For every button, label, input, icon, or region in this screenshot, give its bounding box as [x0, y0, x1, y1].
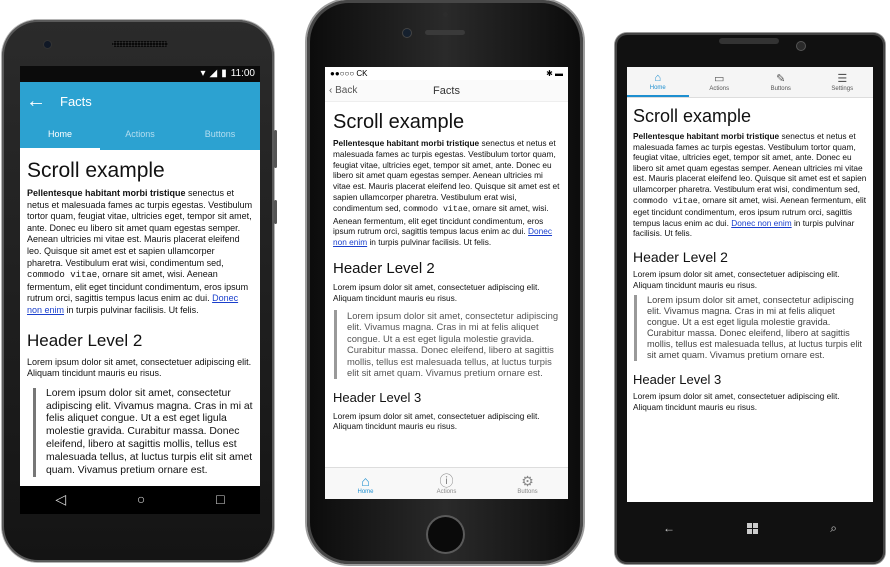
intro-paragraph: Pellentesque habitant morbi tristique se…: [27, 188, 253, 315]
page-title: Scroll example: [27, 159, 165, 182]
gear-icon: ⚙: [521, 472, 534, 489]
chat-icon: ▭: [714, 72, 725, 85]
android-phone: ▾ ◢ ▮ 11:00 ← Facts Home Actions Buttons…: [2, 20, 277, 562]
header-level-2: Header Level 2: [27, 330, 143, 350]
paragraph-3: Lorem ipsum dolor sit amet, consectetuer…: [633, 391, 840, 412]
paragraph-2: Lorem ipsum dolor sit amet, consectetuer…: [27, 356, 252, 379]
info-icon: ⓘ: [439, 472, 454, 489]
blockquote: Lorem ipsum dolor sit amet, consectetur …: [634, 295, 867, 362]
navigation-bar: ‹ Back Facts: [325, 80, 568, 102]
back-arrow-icon[interactable]: ←: [26, 91, 52, 110]
power-button[interactable]: [274, 200, 277, 224]
home-icon: ⌂: [654, 71, 662, 84]
earpiece-speaker: [719, 38, 779, 44]
tab-bar: Home Actions Buttons: [20, 122, 260, 150]
scroll-content[interactable]: Scroll example Pellentesque habitant mor…: [325, 102, 568, 432]
home-icon: ⌂: [361, 472, 370, 489]
android-screen: ▾ ◢ ▮ 11:00 ← Facts Home Actions Buttons…: [20, 66, 260, 514]
status-bar: ●●○○○ CK ✱ ▬: [325, 67, 568, 80]
nav-home-icon[interactable]: ○: [137, 492, 145, 507]
back-button[interactable]: ‹ Back: [329, 85, 357, 96]
nav-recents-icon[interactable]: □: [216, 492, 224, 507]
iphone: ●●○○○ CK ✱ ▬ ‹ Back Facts Scroll example…: [307, 0, 583, 564]
battery-icon: ▮: [221, 68, 227, 80]
header-level-2: Header Level 2: [633, 248, 728, 265]
battery-icon: ✱ ▬: [546, 69, 563, 78]
paragraph-2: Lorem ipsum dolor sit amet, consectetuer…: [333, 281, 540, 303]
front-camera: [403, 29, 411, 37]
settings-icon: ☰: [837, 72, 848, 85]
tab-buttons[interactable]: ⚙ Buttons: [487, 468, 568, 499]
status-bar: ▾ ◢ ▮ 11:00: [20, 66, 260, 82]
toolbar: ← Facts: [20, 82, 260, 122]
front-camera: [797, 42, 805, 50]
tab-settings[interactable]: ☰ Settings: [812, 67, 874, 97]
android-nav-bar: ◁ ○ □: [20, 486, 260, 514]
scroll-content[interactable]: Scroll example Pellentesque habitant mor…: [627, 98, 873, 412]
signal-icon: ◢: [209, 68, 218, 80]
header-level-3: Header Level 3: [333, 389, 422, 405]
blockquote: Lorem ipsum dolor sit amet, consectetur …: [334, 309, 562, 379]
tab-home[interactable]: Home: [20, 122, 100, 150]
tab-home[interactable]: ⌂ Home: [627, 67, 689, 97]
nav-back-icon[interactable]: ←: [663, 521, 675, 535]
intro-paragraph: Pellentesque habitant morbi tristique se…: [633, 131, 867, 239]
tab-actions[interactable]: Actions: [100, 122, 180, 150]
ios-screen: ●●○○○ CK ✱ ▬ ‹ Back Facts Scroll example…: [325, 67, 568, 499]
inline-link[interactable]: Donec non enim: [731, 218, 791, 228]
tab-actions[interactable]: ⓘ Actions: [406, 468, 487, 499]
windows-nav-bar: ← ⌕: [627, 510, 873, 546]
speaker-grille: [112, 41, 168, 47]
wrench-icon: ✎: [776, 72, 786, 85]
header-level-3: Header Level 3: [633, 372, 722, 388]
proximity-sensor: [443, 12, 448, 17]
toolbar-title: Facts: [60, 94, 92, 110]
nav-title: Facts: [433, 84, 460, 97]
earpiece-speaker: [425, 30, 465, 35]
tab-buttons[interactable]: ✎ Buttons: [750, 67, 812, 97]
windows-screen: ⌂ Home ▭ Actions ✎ Buttons ☰ Settings Scroll…: [627, 67, 873, 502]
intro-paragraph: Pellentesque habitant morbi tristique se…: [333, 138, 560, 248]
tab-home[interactable]: ⌂ Home: [325, 468, 406, 499]
tab-bar: ⌂ Home ⓘ Actions ⚙ Buttons: [325, 467, 568, 499]
blockquote: Lorem ipsum dolor sit amet, consectetur …: [33, 387, 253, 478]
nav-search-icon[interactable]: ⌕: [830, 521, 837, 536]
front-camera: [44, 41, 51, 48]
windows-phone: ⌂ Home ▭ Actions ✎ Buttons ☰ Settings Scroll…: [615, 33, 885, 564]
carrier-label: ●●○○○ CK: [330, 69, 368, 78]
page-title: Scroll example: [633, 106, 752, 126]
volume-button[interactable]: [274, 130, 277, 168]
page-title: Scroll example: [333, 111, 465, 133]
tab-actions[interactable]: ▭ Actions: [689, 67, 751, 97]
nav-back-icon[interactable]: ◁: [55, 492, 66, 507]
status-time: 11:00: [230, 68, 255, 80]
paragraph-3: Lorem ipsum dolor sit amet, consectetuer…: [333, 410, 540, 432]
home-button[interactable]: [428, 517, 463, 552]
windows-start-icon[interactable]: [747, 522, 759, 534]
paragraph-2: Lorem ipsum dolor sit amet, consectetuer…: [633, 268, 840, 290]
scroll-content[interactable]: Scroll example Pellentesque habitant mor…: [20, 150, 260, 478]
tab-buttons[interactable]: Buttons: [180, 122, 260, 150]
header-level-2: Header Level 2: [333, 259, 435, 277]
wifi-icon: ▾: [200, 68, 206, 80]
tab-bar: ⌂ Home ▭ Actions ✎ Buttons ☰ Settings: [627, 67, 873, 98]
